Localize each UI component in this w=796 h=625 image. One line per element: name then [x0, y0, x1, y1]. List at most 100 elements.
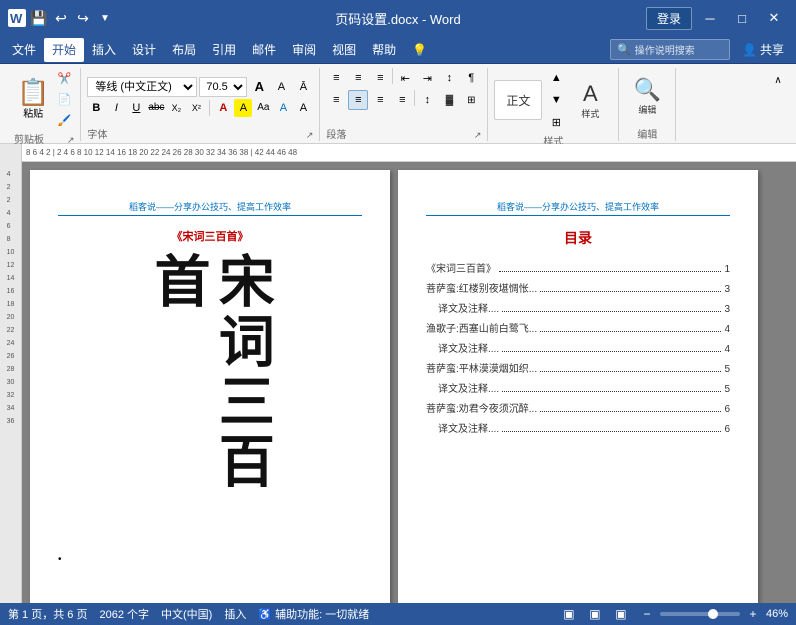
show-marks-button[interactable]: ¶ — [461, 68, 481, 88]
undo-icon[interactable]: ↩ — [52, 9, 70, 27]
view-read-button[interactable]: ▣ — [612, 605, 630, 623]
highlight-button[interactable]: A — [234, 99, 252, 117]
font-size-down-button[interactable]: A — [271, 77, 291, 97]
search-box[interactable]: 🔍 操作说明搜索 — [610, 39, 730, 60]
font-group: 等线 (中文正文) 70.5 A A Ā B I U abc X₂ X² — [81, 68, 320, 141]
status-bar: 第 1 页，共 6 页 2062 个字 中文(中国) 插入 ♿ 辅助功能: 一切… — [0, 603, 796, 625]
cut-button[interactable]: ✂️ — [54, 68, 74, 88]
font-label: 字体 — [87, 126, 107, 141]
book-title-text: 《宋词三百首》 — [172, 231, 249, 243]
zoom-slider[interactable] — [660, 612, 740, 616]
menu-item-help[interactable]: 帮助 — [364, 38, 404, 62]
change-case-button[interactable]: Aa — [254, 99, 272, 117]
strikethrough-button[interactable]: abc — [147, 99, 165, 117]
clear-format-button[interactable]: Ā — [293, 77, 313, 97]
sort-button[interactable]: ↕ — [439, 68, 459, 88]
paragraph-content: ≡ ≡ ≡ ⇤ ⇥ ↕ ¶ ≡ ≡ ≡ ≡ ↕ ▓ ⊞ — [326, 68, 481, 125]
text-effect-button[interactable]: A — [294, 99, 312, 117]
justify-button[interactable]: ≡ — [392, 90, 412, 110]
multilevel-button[interactable]: ≡ — [370, 68, 390, 88]
zoom-thumb[interactable] — [708, 609, 718, 619]
menu-item-mailings[interactable]: 邮件 — [244, 38, 284, 62]
close-button[interactable]: ✕ — [760, 4, 788, 32]
styles-scroll-down[interactable]: ▼ — [546, 90, 566, 110]
share-button[interactable]: 👤 共享 — [734, 39, 792, 60]
ribbon-collapse: ∧ — [768, 68, 788, 141]
title-bar-left: W 💾 ↩ ↪ ▼ — [8, 9, 114, 27]
maximize-button[interactable]: □ — [728, 4, 756, 32]
toc-text-4: 译文及注释.... — [438, 340, 499, 355]
toc-text-7: 菩萨蛮:劝君今夜须沉醉... — [426, 400, 537, 415]
save-icon[interactable]: 💾 — [30, 9, 48, 27]
styles-scroll-up[interactable]: ▲ — [546, 68, 566, 88]
increase-indent-button[interactable]: ⇥ — [417, 68, 437, 88]
document-area[interactable]: 稻客说——分享办公技巧、提高工作效率 《宋词三百首》 宋词三百首 • 稻客说——… — [22, 162, 796, 603]
subscript-button[interactable]: X₂ — [167, 99, 185, 117]
shading-button[interactable]: ▓ — [439, 90, 459, 110]
styles-arrows: ▲ ▼ ⊞ — [546, 68, 566, 132]
word-count: 2062 个字 — [99, 606, 149, 622]
paragraph-header: 段落 ↗ — [326, 125, 481, 141]
numbering-button[interactable]: ≡ — [348, 68, 368, 88]
zoom-in-button[interactable]: + — [744, 605, 762, 623]
toc-dots-4 — [502, 351, 721, 352]
big-title-container: 宋词三百首 — [58, 252, 362, 542]
minimize-button[interactable]: ─ — [696, 4, 724, 32]
menu-item-references[interactable]: 引用 — [204, 38, 244, 62]
text-color-button[interactable]: A — [214, 99, 232, 117]
styles-expand[interactable]: ⊞ — [546, 112, 566, 132]
align-right-button[interactable]: ≡ — [370, 90, 390, 110]
menu-item-view[interactable]: 视图 — [324, 38, 364, 62]
paragraph-expand[interactable]: ↗ — [474, 130, 482, 141]
accessibility: ♿ 辅助功能: 一切就绪 — [258, 606, 369, 622]
editing-icon: 🔍 — [634, 77, 661, 103]
page-info: 第 1 页，共 6 页 — [8, 606, 87, 622]
align-left-button[interactable]: ≡ — [326, 90, 346, 110]
bullets-button[interactable]: ≡ — [326, 68, 346, 88]
paste-button[interactable]: 📋 粘贴 — [14, 76, 52, 123]
styles-icon: A — [583, 81, 598, 107]
paragraph-label: 段落 — [326, 126, 346, 141]
font-expand[interactable]: ↗ — [306, 130, 314, 141]
menu-item-layout[interactable]: 布局 — [164, 38, 204, 62]
bold-button[interactable]: B — [87, 99, 105, 117]
line-spacing-button[interactable]: ↕ — [417, 90, 437, 110]
underline-button[interactable]: U — [127, 99, 145, 117]
view-web-button[interactable]: ▣ — [586, 605, 604, 623]
toc-page-5: 5 — [724, 364, 730, 375]
menu-item-insert[interactable]: 插入 — [84, 38, 124, 62]
format-painter-button[interactable]: 🖌️ — [54, 110, 74, 130]
menu-item-review[interactable]: 审阅 — [284, 38, 324, 62]
login-button[interactable]: 登录 — [646, 7, 692, 30]
toc-page-7: 6 — [724, 404, 730, 415]
font-header: 字体 ↗ — [87, 125, 313, 141]
font-size-up-button[interactable]: A — [249, 77, 269, 97]
main-area: 4 2 2 4 6 8 10 12 14 16 18 20 22 24 26 2… — [0, 162, 796, 603]
font-color2-button[interactable]: A — [274, 99, 292, 117]
font-family-select[interactable]: 等线 (中文正文) — [87, 77, 197, 97]
editing-group: 🔍 编辑 编辑 — [619, 68, 676, 141]
menu-item-file[interactable]: 文件 — [4, 38, 44, 62]
italic-button[interactable]: I — [107, 99, 125, 117]
quick-access-icon[interactable]: ▼ — [96, 9, 114, 27]
superscript-button[interactable]: X² — [187, 99, 205, 117]
redo-icon[interactable]: ↪ — [74, 9, 92, 27]
ribbon: 📋 粘贴 ✂️ 📄 🖌️ 剪贴板 ↗ 等线 (中文正文) — [0, 64, 796, 144]
borders-button[interactable]: ⊞ — [461, 90, 481, 110]
menu-item-design[interactable]: 设计 — [124, 38, 164, 62]
menu-item-home[interactable]: 开始 — [44, 38, 84, 62]
editing-button[interactable]: 🔍 编辑 — [625, 72, 669, 121]
toc-text-8: 译文及注释.... — [438, 420, 499, 435]
zoom-out-button[interactable]: − — [638, 605, 656, 623]
ribbon-collapse-button[interactable]: ∧ — [768, 70, 788, 90]
align-center-button[interactable]: ≡ — [348, 90, 368, 110]
decrease-indent-button[interactable]: ⇤ — [395, 68, 415, 88]
clipboard-group: 📋 粘贴 ✂️ 📄 🖌️ 剪贴板 ↗ — [8, 68, 81, 141]
styles-button[interactable]: A 样式 — [568, 76, 612, 125]
style-item-normal[interactable]: 正文 — [494, 80, 542, 120]
view-print-button[interactable]: ▣ — [560, 605, 578, 623]
vertical-ruler: 4 2 2 4 6 8 10 12 14 16 18 20 22 24 26 2… — [0, 162, 22, 603]
paragraph-group: ≡ ≡ ≡ ⇤ ⇥ ↕ ¶ ≡ ≡ ≡ ≡ ↕ ▓ ⊞ 段落 ↗ — [320, 68, 488, 141]
copy-button[interactable]: 📄 — [54, 89, 74, 109]
font-size-select[interactable]: 70.5 — [199, 77, 247, 97]
